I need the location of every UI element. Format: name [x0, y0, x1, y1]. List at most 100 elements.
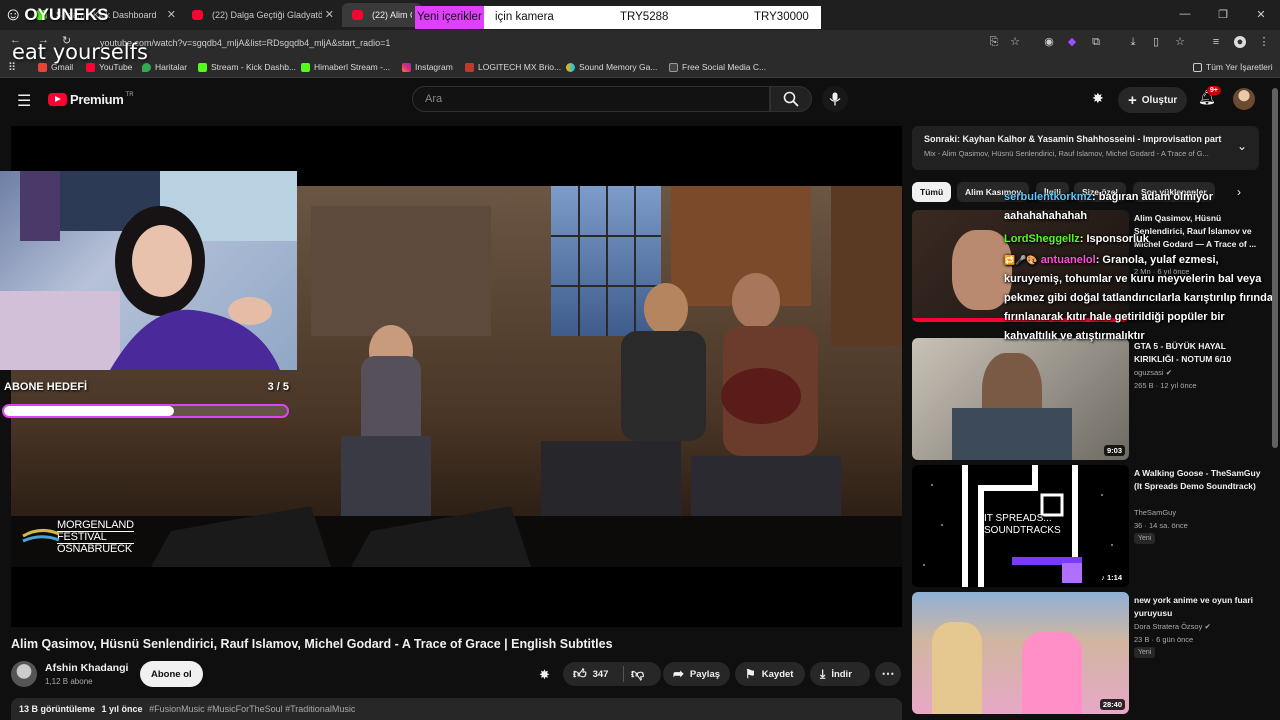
youtube-header: ☰ Premium TR Ara ✸ + Oluştur 🔔︎ 9+ — [0, 80, 1268, 120]
kick-icon — [198, 62, 207, 72]
bookmark-free-social[interactable]: Free Social Media C... — [669, 60, 766, 74]
create-label: Oluştur — [1141, 94, 1178, 106]
install-app-icon[interactable]: ⎘ — [988, 36, 1000, 48]
more-actions-button[interactable]: ⋯ — [875, 662, 901, 686]
download-icon[interactable]: ⤓ — [1127, 36, 1139, 48]
logitech-icon — [465, 62, 474, 72]
bookmark-instagram[interactable]: Instagram — [402, 60, 453, 74]
duration-text: 1:14 — [1106, 573, 1122, 582]
close-icon[interactable]: ✕ — [167, 8, 176, 21]
thumbs-down-icon[interactable]: 👎︎ — [631, 666, 644, 682]
folder-icon — [1193, 62, 1202, 72]
menu-dots-icon[interactable]: ⋮ — [1258, 36, 1270, 48]
recommendation-item[interactable]: IT SPREADS... SOUNDTRACKS ♪ 1:14 A Walki… — [912, 465, 1264, 587]
goal-progress-fill — [4, 406, 174, 416]
search-input[interactable]: Ara — [412, 86, 770, 112]
minimize-icon[interactable]: — — [1166, 0, 1204, 28]
bookmark-logitech[interactable]: LOGITECH MX Brio... — [465, 60, 561, 74]
recommendation-title[interactable]: A Walking Goose - TheSamGuy (It Spreads … — [1134, 467, 1262, 493]
mix-subtitle: Mix - Alim Qasimov, Hüsnü Senlendirici, … — [924, 149, 1209, 158]
bookmark-label: Tüm Yer İşaretleri — [1206, 62, 1273, 72]
description-box[interactable]: 13 B görüntüleme 1 yıl önce #FusionMusic… — [11, 698, 902, 720]
video-title: Alim Qasimov, Hüsnü Senlendirici, Rauf I… — [11, 637, 613, 651]
bookmark-label: Free Social Media C... — [682, 62, 767, 72]
recommendation-channel-row[interactable]: Dora Stratera Özsoy ✔ — [1134, 622, 1211, 631]
up-next-mix-panel[interactable]: Sonraki: Kayhan Kalhor & Yasamin Shahhos… — [912, 126, 1259, 170]
profile-avatar-icon[interactable]: ● — [1234, 36, 1246, 48]
share-button[interactable]: ➦ Paylaş — [663, 662, 730, 686]
festival-line: OSNABRUECK — [57, 543, 133, 555]
like-count[interactable]: 347 — [593, 669, 609, 680]
bookmark-kick-dashboard[interactable]: Stream - Kick Dashb... — [198, 60, 296, 74]
logo-text: Premium — [70, 92, 124, 107]
upload-age: 1 yıl önce — [101, 704, 143, 714]
bookmark-icon: ⚑ — [745, 667, 756, 681]
hashtags[interactable]: #FusionMusic #MusicForTheSoul #Tradition… — [149, 704, 355, 714]
alert-price: TRY5288 — [620, 11, 669, 23]
hamburger-menu-icon[interactable]: ☰ — [17, 91, 31, 111]
subscribe-button[interactable]: Abone ol — [140, 661, 203, 687]
tab-title: (22) Dalga Geçtiği Gladyatörden... — [212, 10, 322, 20]
ai-sparkle-icon[interactable]: ✸ — [1092, 90, 1104, 107]
youtube-play-icon — [48, 93, 67, 106]
account-avatar[interactable] — [1233, 88, 1255, 110]
chevron-down-icon[interactable]: ⌄ — [1237, 139, 1247, 153]
new-badge: Yeni — [1134, 533, 1156, 544]
webcam-image — [0, 171, 297, 370]
chat-text: aahahahahahah — [1004, 210, 1088, 222]
chat-message: serbulentkorkmz: bağıran adam ölmiyor — [1004, 188, 1274, 207]
search-button[interactable] — [770, 86, 812, 112]
bookmark-label: Haritalar — [155, 62, 188, 72]
channel-name[interactable]: TheSamGuy — [1134, 508, 1176, 517]
bookmark-sound-memory[interactable]: Sound Memory Ga... — [566, 60, 657, 74]
recommendation-title[interactable]: new york anime ve oyun fuari yuruyusu — [1134, 594, 1262, 620]
bookmarks-bar: ⠿ Gmail YouTube Haritalar Stream - Kick … — [0, 56, 1280, 78]
goal-progress-bar — [2, 404, 289, 418]
sidepanel-icon[interactable]: ▯ — [1150, 36, 1162, 48]
close-icon[interactable]: ✕ — [325, 8, 334, 21]
bookmark-all-folder[interactable]: Tüm Yer İşaretleri — [1193, 60, 1273, 74]
bookmark-label: Himaberl Stream -... — [314, 62, 391, 72]
url-input[interactable]: youtube.com/watch?v=sgqdb4_mljA&list=RDs… — [100, 34, 980, 52]
window-controls: — ❐ ✕ — [1166, 0, 1280, 30]
site-icon — [669, 62, 678, 72]
download-button[interactable]: ⤓ İndir — [810, 662, 870, 686]
recommendation-meta: 23 B · 6 gün önce — [1134, 635, 1194, 644]
goal-count: 3 / 5 — [267, 381, 289, 393]
ai-sparkle-icon[interactable]: ✸ — [539, 667, 550, 683]
bookmark-maps[interactable]: Haritalar — [142, 60, 187, 74]
recommendation-item[interactable]: 28:40 new york anime ve oyun fuari yuruy… — [912, 592, 1264, 714]
youtube-premium-logo[interactable]: Premium TR — [48, 92, 134, 107]
channel-name[interactable]: Afshin Khadangi — [45, 662, 128, 674]
festival-watermark: MORGENLAND FESTIVAL OSNABRUECK — [57, 520, 134, 555]
extension-icon[interactable]: ◉ — [1043, 36, 1055, 48]
page-scrollbar[interactable] — [1272, 88, 1278, 448]
browser-tab-youtube-active[interactable]: (22) Alim Qasimov... — [342, 3, 422, 27]
video-thumbnail[interactable]: 28:40 — [912, 592, 1129, 714]
chip-all[interactable]: Tümü — [912, 182, 952, 202]
browser-tab-youtube-1[interactable]: (22) Dalga Geçtiği Gladyatörden... ✕ — [182, 3, 340, 27]
next-label: Sonraki: — [924, 134, 961, 144]
restore-icon[interactable]: ❐ — [1204, 0, 1242, 28]
voice-search-button[interactable] — [822, 86, 848, 112]
view-count: 13 B görüntüleme — [19, 704, 96, 714]
reading-list-icon[interactable]: ≡ — [1210, 36, 1222, 48]
extensions-puzzle-icon[interactable]: ⧉ — [1090, 36, 1102, 48]
handwritten-note: eat yourselfs — [12, 40, 148, 64]
create-button[interactable]: + Oluştur — [1118, 87, 1188, 113]
recommendation-channel-row[interactable]: oguzsasi ✔ — [1134, 368, 1172, 377]
bookmark-himaberl[interactable]: Himaberl Stream -... — [301, 60, 390, 74]
smiley-logo-icon: ☺ — [4, 4, 23, 24]
favorites-icon[interactable]: ☆ — [1174, 36, 1186, 48]
save-button[interactable]: ⚑ Kaydet — [735, 662, 805, 686]
bookmark-star-icon[interactable]: ☆ — [1009, 36, 1021, 48]
video-duration: 28:40 — [1099, 699, 1125, 710]
recommendation-item[interactable]: 9:03 GTA 5 - BÜYÜK HAYAL KIRIKLIĞI - NOT… — [912, 338, 1264, 460]
extension-icon[interactable]: ◆ — [1066, 36, 1078, 48]
video-thumbnail[interactable]: IT SPREADS... SOUNDTRACKS ♪ 1:14 — [912, 465, 1129, 587]
thumbs-up-icon[interactable]: 👍︎ — [573, 666, 587, 682]
channel-avatar[interactable] — [11, 661, 37, 687]
search-icon — [783, 91, 799, 107]
close-window-icon[interactable]: ✕ — [1242, 0, 1280, 28]
video-thumbnail[interactable]: 9:03 — [912, 338, 1129, 460]
